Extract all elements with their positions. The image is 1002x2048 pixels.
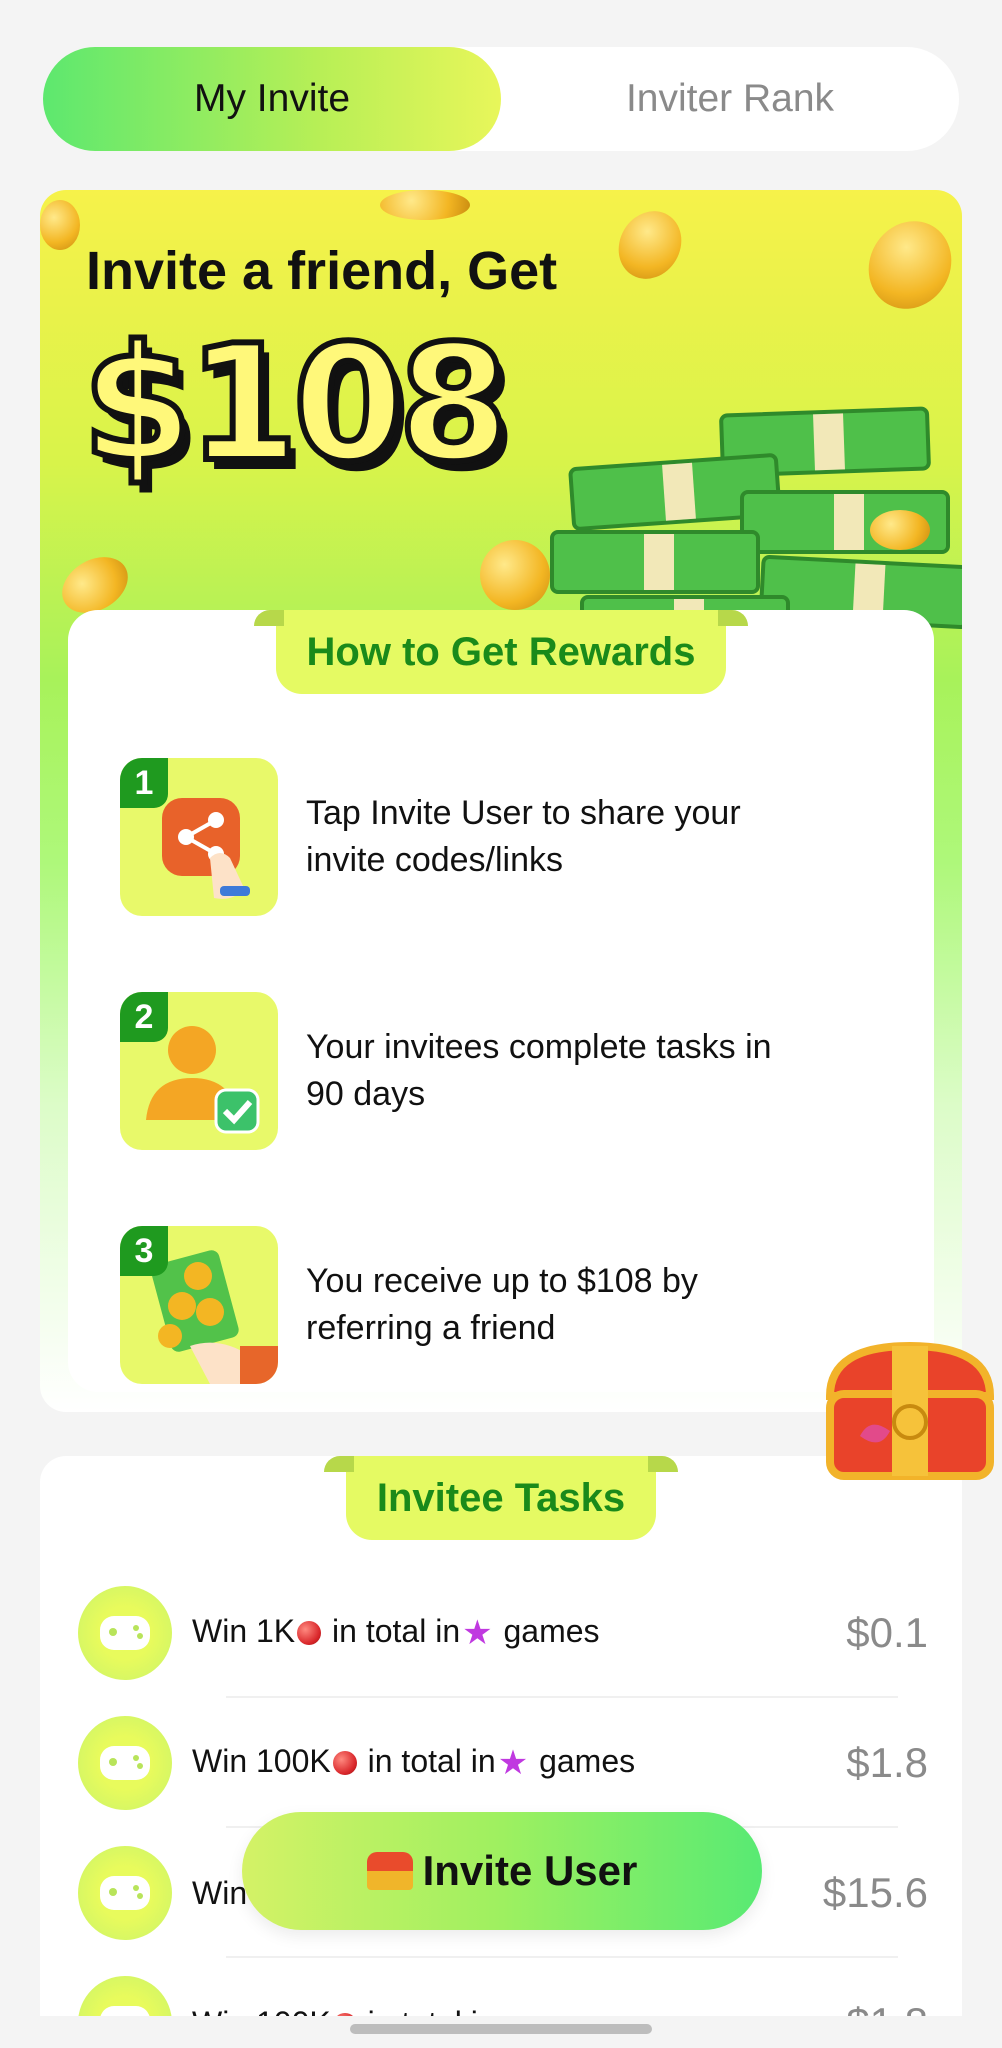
tab-inviter-rank[interactable]: Inviter Rank (501, 47, 959, 151)
step-number: 3 (120, 1226, 168, 1276)
task-text-part: in total in (359, 2005, 496, 2017)
ruby-gem-icon (332, 1751, 357, 1776)
task-reward: $0.1 (846, 1609, 928, 1656)
how-to-get-rewards-card: How to Get Rewards 1 Tap Invite User to … (68, 610, 934, 1392)
invite-screen: My Invite Inviter Rank Invite a friend, … (0, 0, 1002, 2048)
reward-step: 3 You receive up to $108 by referring a … (120, 1226, 890, 1384)
invite-user-button[interactable]: Invite User (242, 1812, 762, 1930)
coin-decoration (852, 206, 962, 324)
tab-bar: My Invite Inviter Rank (43, 47, 959, 151)
hero-banner: Invite a friend, Get $108 How to Get Rew… (40, 190, 962, 1412)
task-reward: $1.8 (846, 1739, 928, 1786)
task-text-part: Win 1K (192, 1612, 296, 1649)
task-text-part: in total in (358, 1742, 496, 1779)
tasks-heading: Invitee Tasks (324, 1456, 678, 1540)
reward-step: 2 Your invitees complete tasks in 90 day… (120, 992, 890, 1150)
task-description: Win 100K in total in★ games (192, 1743, 846, 1784)
step-line: Your invitees complete tasks in (306, 1028, 772, 1066)
task-text-part: Win (192, 1874, 248, 1911)
gamepad-icon (78, 1976, 172, 2016)
hero-title: Invite a friend, Get (86, 241, 558, 301)
task-text-part: in total in (323, 1612, 461, 1649)
share-tap-icon: 1 (120, 758, 278, 916)
gamepad-icon (78, 1716, 172, 1810)
tab-my-invite[interactable]: My Invite (43, 47, 501, 151)
task-text-part: games (494, 1612, 600, 1649)
rewards-heading: How to Get Rewards (254, 610, 748, 694)
step-number: 1 (120, 758, 168, 808)
task-description: Win 1K in total in★ games (192, 1613, 846, 1654)
step-line: Tap Invite User to share your (306, 794, 741, 832)
treasure-chest-icon (366, 1852, 413, 1890)
task-reward: $1.8 (846, 1999, 928, 2016)
star-icon: ★ (462, 1614, 493, 1653)
invitee-tasks-card: Invitee Tasks Win 1K in total in★ games … (40, 1456, 962, 2016)
task-row[interactable]: Win 100K in total in★ games $1.8 (78, 1698, 928, 1828)
treasure-chest-icon[interactable] (820, 1336, 1000, 1486)
reward-step: 1 Tap Invite User to share your invite c… (120, 758, 890, 916)
step-number: 2 (120, 992, 168, 1042)
task-description: Win 100K in total in (192, 2005, 846, 2017)
coin-decoration (40, 200, 80, 250)
step-description: Your invitees complete tasks in 90 days (306, 1024, 772, 1118)
step-line: You receive up to $108 by (306, 1262, 698, 1300)
ruby-gem-icon (297, 1621, 322, 1646)
task-text-part: Win 100K (192, 2005, 331, 2017)
step-description: Tap Invite User to share your invite cod… (306, 790, 741, 884)
task-reward: $15.6 (822, 1869, 928, 1916)
home-indicator[interactable] (350, 2024, 652, 2034)
coin-decoration (606, 199, 694, 291)
hero-amount: $108 (79, 307, 512, 500)
step-line: invite codes/links (306, 841, 564, 879)
task-row[interactable]: Win 100K in total in $1.8 (78, 1958, 928, 2016)
invite-user-label: Invite User (422, 1847, 638, 1894)
star-icon: ★ (497, 1744, 529, 1783)
step-line: 90 days (306, 1075, 426, 1113)
gamepad-icon (78, 1846, 172, 1940)
cash-hand-icon: 3 (120, 1226, 278, 1384)
gamepad-icon (78, 1586, 172, 1680)
user-check-icon: 2 (120, 992, 278, 1150)
coin-decoration (380, 190, 470, 220)
step-line: referring a friend (306, 1309, 556, 1347)
task-row[interactable]: Win 1K in total in★ games $0.1 (78, 1568, 928, 1698)
step-description: You receive up to $108 by referring a fr… (306, 1258, 698, 1352)
task-text-part: Win 100K (192, 1742, 331, 1779)
task-text-part: games (530, 1742, 636, 1779)
ruby-gem-icon (332, 2013, 357, 2016)
